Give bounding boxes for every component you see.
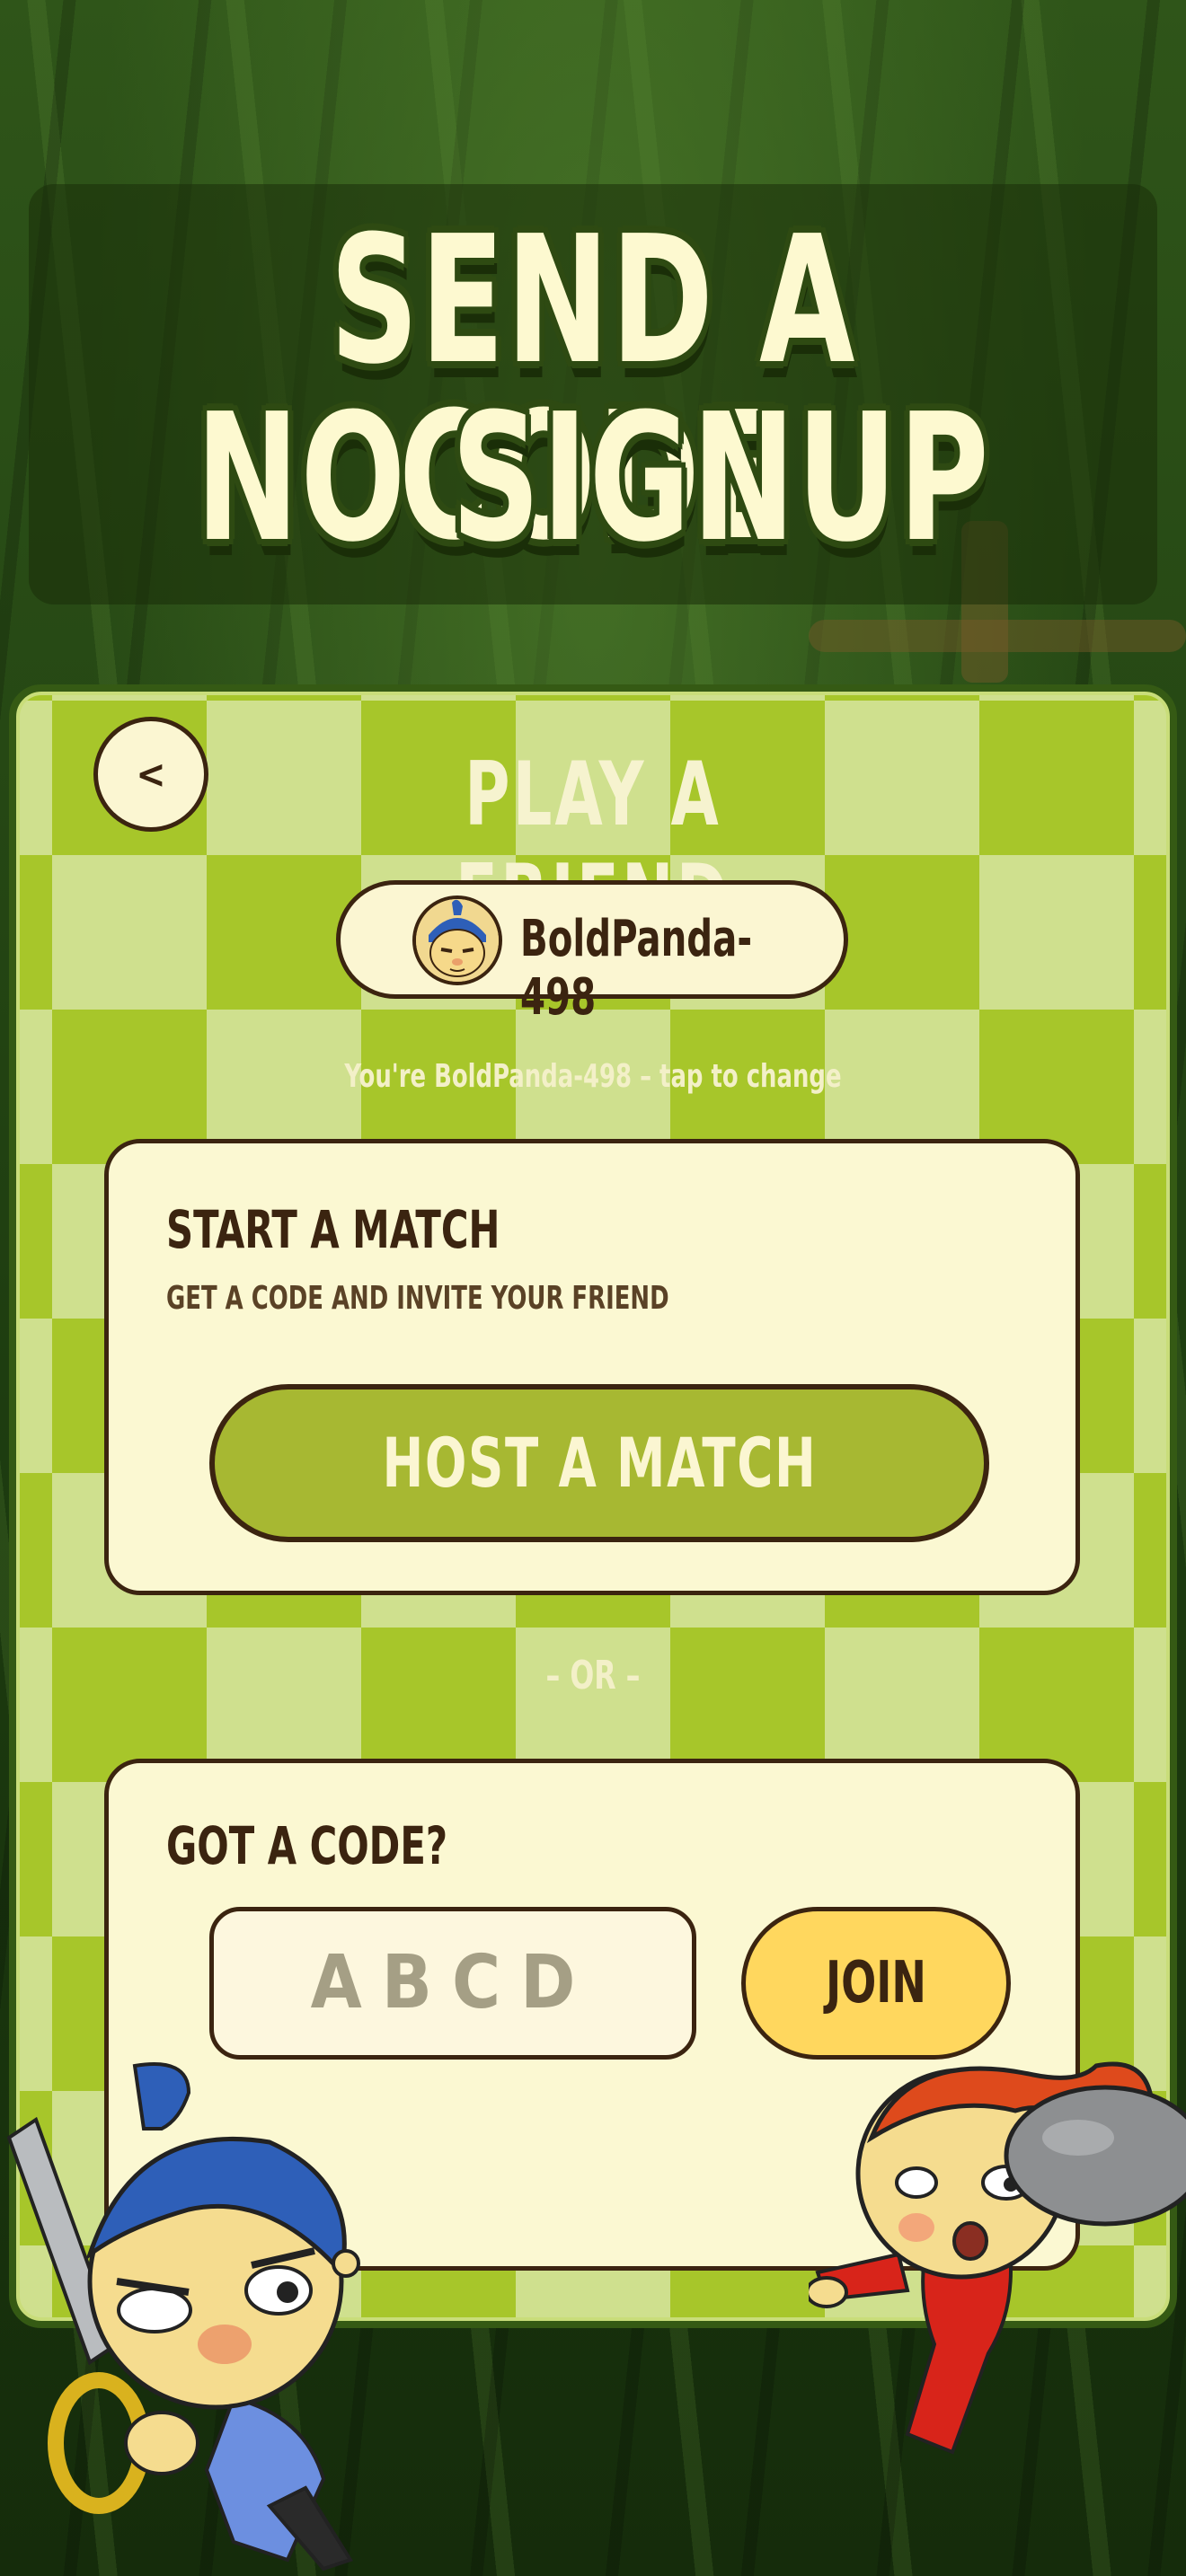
host-match-label: HOST A MATCH [382, 1423, 817, 1503]
join-panel-title: GOT A CODE? [166, 1815, 448, 1876]
host-panel-title: START A MATCH [166, 1199, 500, 1260]
code-input[interactable]: ABCD [209, 1907, 696, 2060]
player-name: BoldPanda-498 [520, 910, 753, 1027]
name-change-hint: You're BoldPanda-498 – tap to change [344, 1058, 842, 1095]
back-button[interactable]: < [93, 717, 208, 832]
blue-ninja-character [6, 2062, 360, 2572]
player-name-pill[interactable]: BoldPanda-498 [336, 880, 848, 1027]
red-ninja-character [809, 2061, 1186, 2455]
host-match-button[interactable]: HOST A MATCH [209, 1384, 989, 1542]
hero-banner: SEND A CODE NO SIGNUP [29, 184, 1157, 604]
host-panel-subtitle: GET A CODE AND INVITE YOUR FRIEND [166, 1280, 669, 1317]
panda-ninja-avatar-icon [416, 899, 499, 982]
host-match-panel: START A MATCH GET A CODE AND INVITE YOUR… [104, 1139, 1080, 1595]
avatar [412, 895, 502, 985]
join-label: JOIN [826, 1950, 926, 2016]
join-button[interactable]: JOIN [741, 1907, 1011, 2060]
hero-line-2: NO SIGNUP [195, 376, 991, 581]
or-divider: – OR – [545, 1653, 641, 1698]
chevron-left-icon: < [136, 751, 166, 798]
